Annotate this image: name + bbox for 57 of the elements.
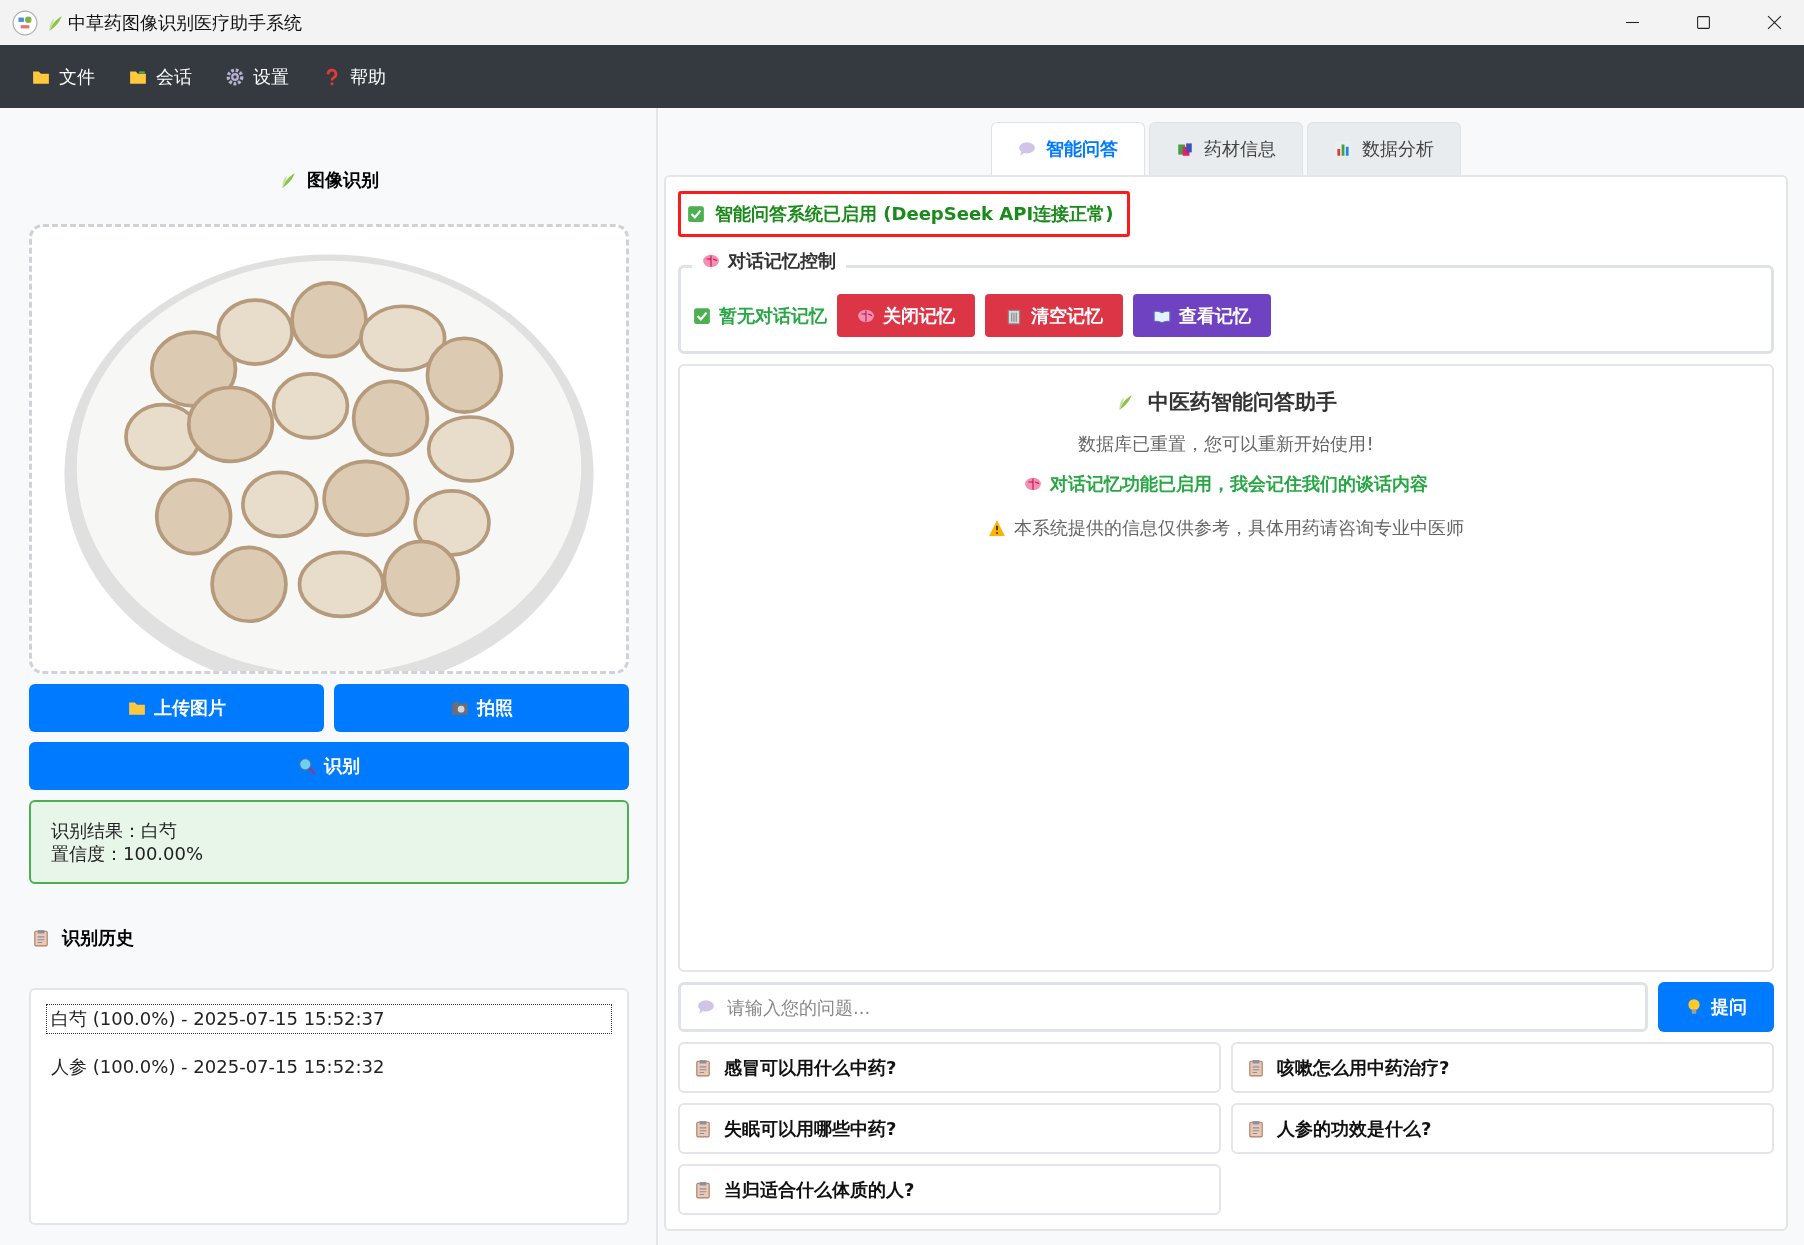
history-item[interactable]: 人参 (100.0%) - 2025-07-15 15:52:32 <box>46 1052 612 1082</box>
search-icon <box>298 757 316 775</box>
gear-icon <box>226 67 244 86</box>
disclaimer-text: 本系统提供的信息仅供参考，具体用药请咨询专业中医师 <box>1014 516 1464 540</box>
quick-question-button[interactable]: 失眠可以用哪些中药? <box>678 1103 1221 1154</box>
tab[interactable]: 智能问答 <box>991 122 1145 175</box>
menu-item[interactable]: 会话 <box>125 58 196 95</box>
warning-icon <box>988 519 1006 537</box>
result-text: 识别结果：白芍 <box>51 819 178 842</box>
history-item[interactable]: 白芍 (100.0%) - 2025-07-15 15:52:37 <box>46 1004 612 1034</box>
quick-question-button[interactable]: 人参的功效是什么? <box>1231 1103 1774 1154</box>
group-title: 对话记忆控制 <box>728 249 836 273</box>
brain-icon <box>1024 475 1042 493</box>
maximize-icon[interactable] <box>1696 15 1711 30</box>
status-text: 智能问答系统已启用 (DeepSeek API连接正常) <box>715 202 1114 226</box>
section-title: 图像识别 <box>307 168 379 192</box>
clipboard-icon <box>694 1119 712 1138</box>
memory-note: 对话记忆功能已启用，我会记住我们的谈话内容 <box>1050 472 1428 496</box>
section-title: 识别历史 <box>62 926 134 950</box>
memory-button[interactable]: 清空记忆 <box>985 294 1123 337</box>
lightbulb-icon <box>1685 998 1703 1016</box>
tab[interactable]: 药材信息 <box>1149 122 1303 175</box>
close-icon[interactable] <box>1767 15 1782 30</box>
app-icon <box>12 9 38 36</box>
menu-item[interactable]: 文件 <box>28 58 99 95</box>
menu-item[interactable]: 帮助 <box>319 58 390 95</box>
camera-button[interactable]: 拍照 <box>334 684 629 732</box>
welcome-text: 数据库已重置，您可以重新开始使用! <box>1078 432 1374 456</box>
leaf-icon <box>46 13 64 32</box>
recognize-button[interactable]: 识别 <box>29 742 629 790</box>
quick-question-button[interactable]: 当归适合什么体质的人? <box>678 1164 1221 1215</box>
question-field[interactable]: 请输入您的问题... <box>678 982 1648 1032</box>
quick-question-button[interactable]: 咳嗽怎么用中药治疗? <box>1231 1042 1774 1093</box>
speech-bubble-icon <box>1018 140 1036 158</box>
memory-button[interactable]: 关闭记忆 <box>837 294 975 337</box>
clipboard-icon <box>1247 1058 1265 1077</box>
window-title: 中草药图像识别医疗助手系统 <box>68 10 302 35</box>
clipboard-icon <box>694 1058 712 1077</box>
assistant-title: 中医药智能问答助手 <box>1147 389 1337 416</box>
folder-icon <box>127 699 146 717</box>
clipboard-icon <box>32 929 50 947</box>
camera-icon <box>450 699 469 717</box>
leaf-icon <box>279 171 297 189</box>
menu-item[interactable]: 设置 <box>222 58 293 95</box>
result-text: 置信度：100.00% <box>51 842 205 865</box>
memory-status: 暂无对话记忆 <box>719 303 827 328</box>
upload-button[interactable]: 上传图片 <box>29 684 324 732</box>
clipboard-icon <box>1247 1119 1265 1138</box>
clipboard-icon <box>694 1180 712 1199</box>
books-icon <box>1176 140 1194 158</box>
check-icon <box>687 205 705 223</box>
quick-question-button[interactable]: 感冒可以用什么中药? <box>678 1042 1221 1093</box>
memory-button[interactable]: 查看记忆 <box>1133 294 1271 337</box>
brain-icon <box>702 252 720 270</box>
ask-button[interactable]: 提问 <box>1658 982 1774 1032</box>
check-icon <box>693 306 711 325</box>
tab[interactable]: 数据分析 <box>1307 122 1461 175</box>
